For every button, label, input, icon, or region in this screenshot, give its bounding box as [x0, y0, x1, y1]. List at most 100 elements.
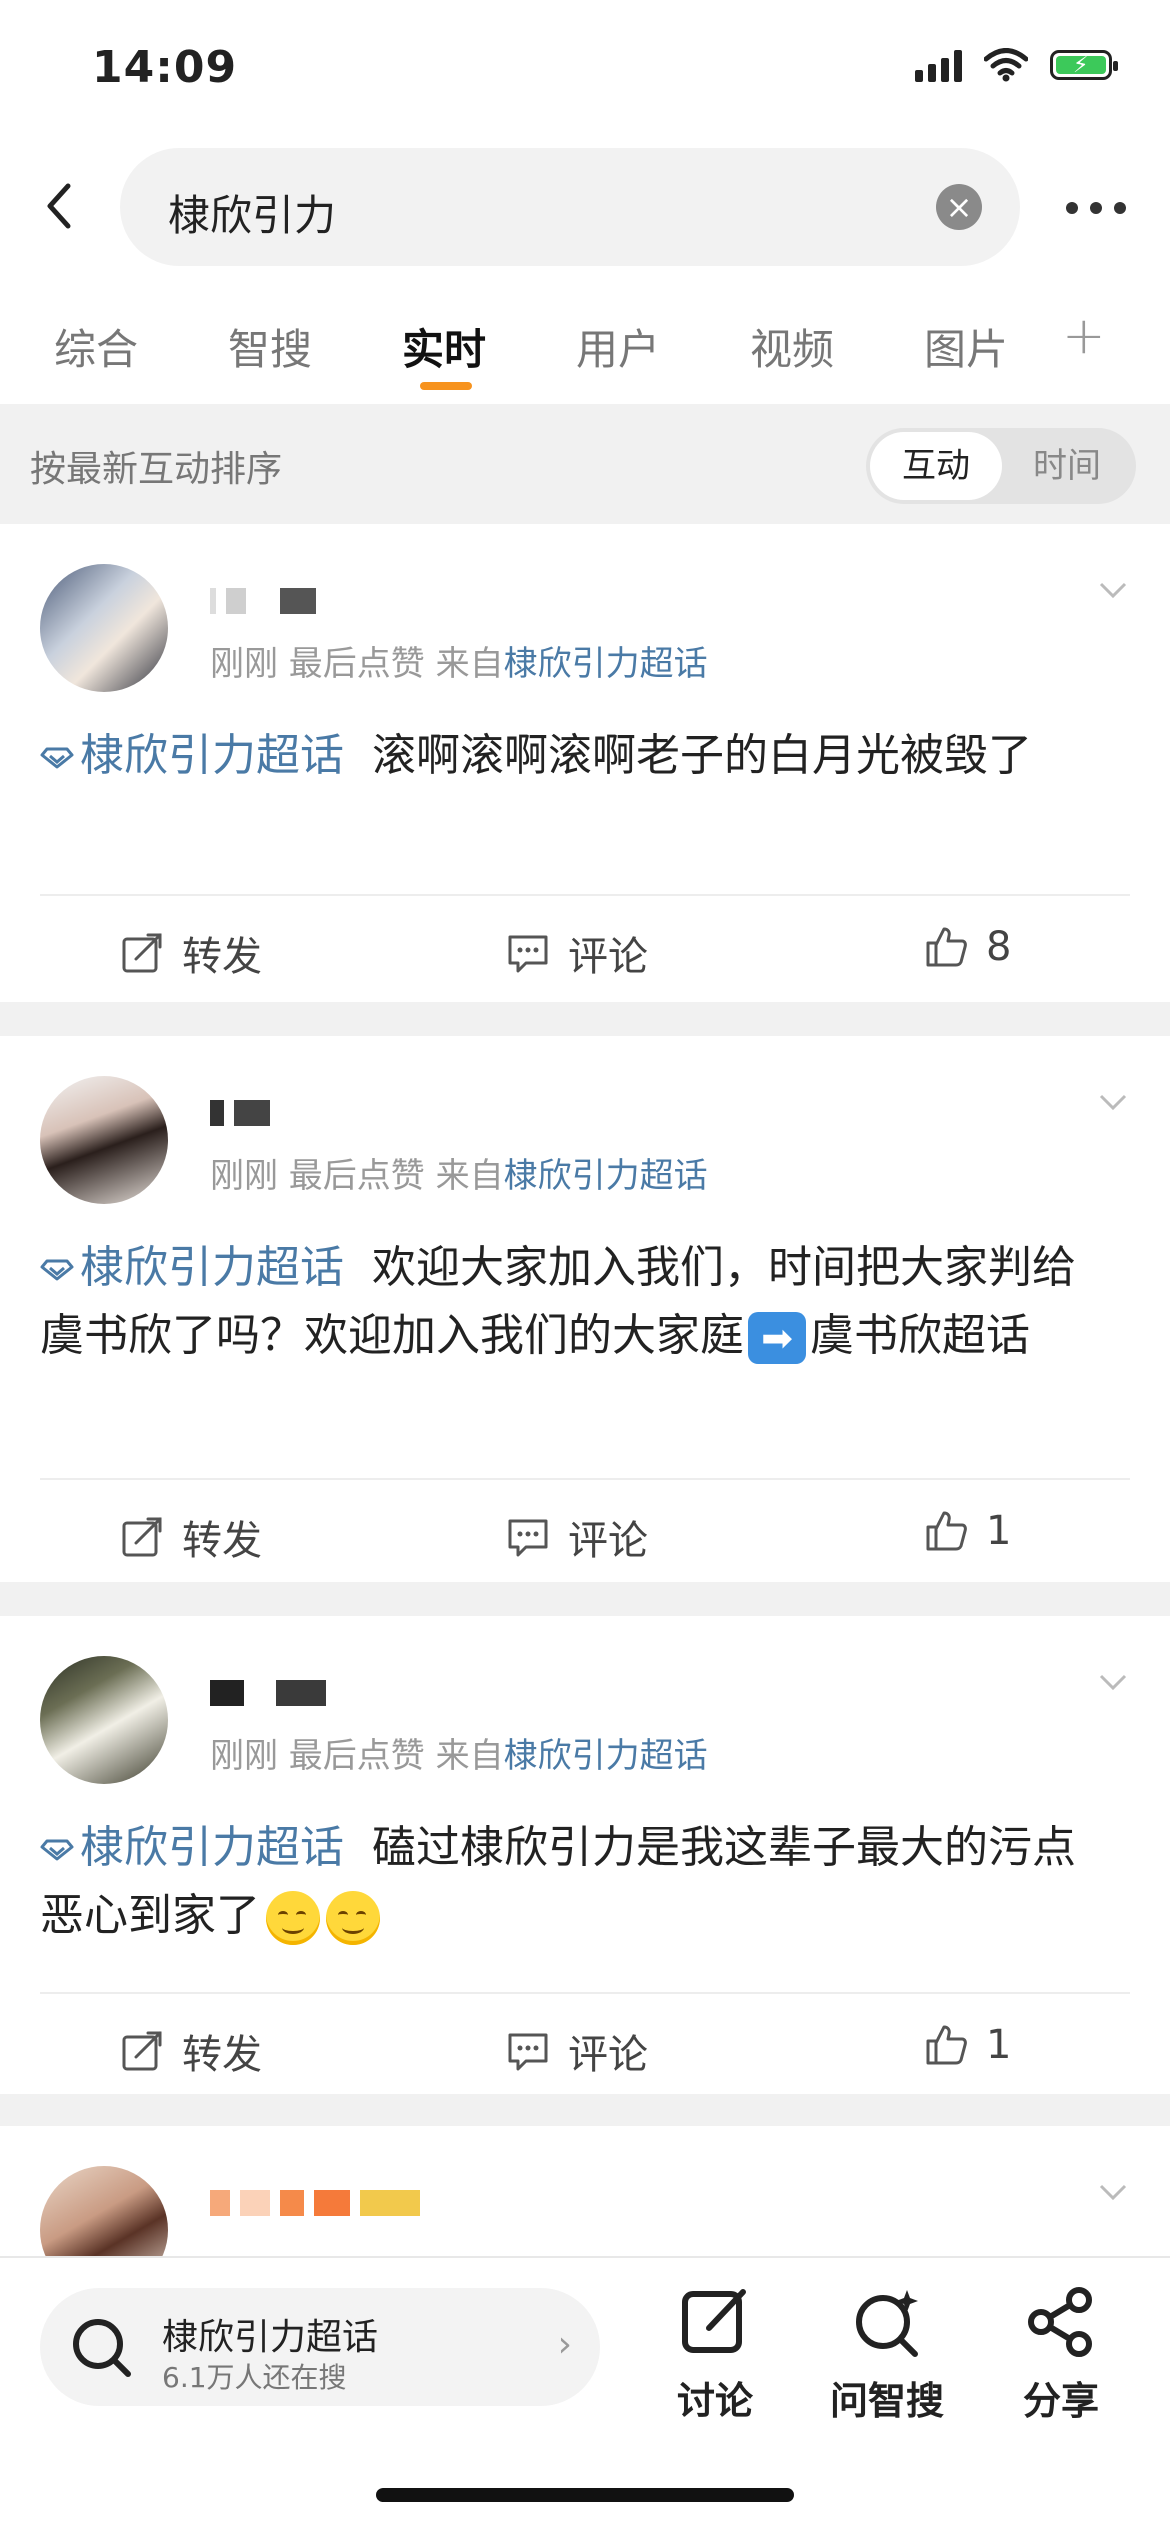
share-icon	[1028, 2287, 1092, 2357]
comment-label: 评论	[568, 1518, 648, 1564]
comment-button[interactable]: 评论	[506, 2022, 648, 2080]
chevron-right-icon: ›	[557, 2324, 572, 2365]
super-topic-icon	[40, 1839, 74, 1861]
search-query: 棣欣引力	[168, 191, 337, 240]
post-text: 棣欣引力超话 滚啊滚啊滚啊老子的白月光被毁了	[40, 722, 1110, 790]
more-options-icon[interactable]	[1066, 202, 1126, 214]
sort-toggle[interactable]: 互动 时间	[866, 428, 1136, 504]
sort-option-time[interactable]: 时间	[1002, 432, 1132, 500]
repost-icon	[122, 933, 162, 973]
comment-button[interactable]: 评论	[506, 1508, 648, 1566]
comment-button[interactable]: 评论	[506, 924, 648, 982]
repost-button[interactable]: 转发	[120, 924, 262, 982]
repost-icon	[122, 1517, 162, 1557]
add-tab-icon[interactable]: +	[1062, 306, 1106, 366]
search-header: 棣欣引力 ×	[0, 140, 1170, 280]
post-card: 刚刚 最后点赞 来自棣欣引力超话 棣欣引力超话 滚啊滚啊滚啊老子的白月光被毁了 …	[0, 524, 1170, 1002]
like-count: 8	[986, 924, 1012, 970]
topic-link[interactable]: 棣欣引力超话	[80, 1822, 344, 1873]
tab-images[interactable]: 图片	[924, 316, 1008, 377]
share-label: 分享	[1022, 2379, 1099, 2423]
username-redacted[interactable]	[210, 586, 316, 616]
post-source-link[interactable]: 棣欣引力超话	[504, 1156, 708, 1196]
sort-bar: 按最新互动排序 互动 时间	[0, 404, 1170, 522]
comment-icon	[508, 1519, 548, 1557]
post-card: 刚刚 最后点赞 来自棣欣引力超话 棣欣引力超话 磕过棣欣引力是我这辈子最大的污点…	[0, 1616, 1170, 2094]
discuss-button[interactable]: 讨论	[650, 2284, 780, 2425]
post-source-link[interactable]: 棣欣引力超话	[504, 1736, 708, 1776]
chevron-down-icon[interactable]	[1098, 1086, 1128, 1116]
post-meta: 刚刚 最后点赞 来自棣欣引力超话	[210, 636, 708, 685]
post-body-tail: 虞书欣超话	[810, 1310, 1030, 1361]
repost-label: 转发	[182, 2032, 262, 2078]
search-input[interactable]: 棣欣引力 ×	[120, 148, 1020, 266]
repost-button[interactable]: 转发	[120, 2022, 262, 2080]
sort-option-interaction[interactable]: 互动	[870, 432, 1002, 500]
tab-users[interactable]: 用户	[576, 316, 660, 377]
username-redacted[interactable]	[210, 1098, 270, 1128]
repost-icon	[122, 2031, 162, 2071]
avatar[interactable]	[40, 1076, 168, 1204]
like-count: 1	[986, 2022, 1012, 2068]
topic-link[interactable]: 棣欣引力超话	[80, 1242, 344, 1293]
post-card: 刚刚 最后点赞 来自棣欣引力超话 棣欣引力超话 欢迎大家加入我们，时间把大家判给…	[0, 1036, 1170, 1582]
tab-videos[interactable]: 视频	[750, 316, 834, 377]
avatar[interactable]	[40, 564, 168, 692]
chevron-down-icon[interactable]	[1098, 2176, 1128, 2206]
post-card	[0, 2126, 1170, 2294]
repost-label: 转发	[182, 1518, 262, 1564]
thumbs-up-icon	[926, 927, 967, 967]
chevron-down-icon[interactable]	[1098, 574, 1128, 604]
status-bar: 14:09 ⚡	[0, 0, 1170, 140]
hot-topic-subtitle: 6.1万人还在搜	[162, 2361, 347, 2394]
tab-realtime[interactable]: 实时	[402, 316, 486, 377]
hot-topic-title: 棣欣引力超话	[162, 2317, 379, 2358]
sort-label: 按最新互动排序	[30, 449, 283, 490]
status-icons: ⚡	[915, 48, 1118, 82]
compose-icon	[682, 2289, 746, 2353]
back-icon[interactable]	[32, 176, 92, 236]
share-button[interactable]: 分享	[996, 2284, 1126, 2425]
ask-smart-search-button[interactable]: 问智搜	[822, 2284, 952, 2425]
topic-link[interactable]: 棣欣引力超话	[80, 730, 344, 781]
post-text: 棣欣引力超话 磕过棣欣引力是我这辈子最大的污点 恶心到家了	[40, 1814, 1110, 1950]
hot-topic-search-pill[interactable]: 棣欣引力超话 6.1万人还在搜 ›	[40, 2288, 600, 2406]
like-button[interactable]: 1	[924, 2022, 1011, 2068]
chevron-down-icon[interactable]	[1098, 1666, 1128, 1696]
home-indicator[interactable]	[376, 2488, 794, 2502]
battery-charging-icon: ⚡	[1050, 50, 1118, 80]
smile-emoji-icon	[266, 1891, 320, 1945]
super-topic-icon	[40, 1259, 74, 1281]
thumbs-up-icon	[926, 1511, 967, 1551]
comment-label: 评论	[568, 934, 648, 980]
thumbs-up-icon	[926, 2025, 967, 2065]
post-source-link[interactable]: 棣欣引力超话	[504, 644, 708, 684]
post-meta: 刚刚 最后点赞 来自棣欣引力超话	[210, 1148, 708, 1197]
post-meta-text: 刚刚 最后点赞 来自	[210, 1736, 504, 1776]
wifi-icon	[984, 48, 1028, 82]
post-body: 滚啊滚啊滚啊老子的白月光被毁了	[371, 730, 1032, 781]
tab-comprehensive[interactable]: 综合	[54, 316, 138, 377]
post-meta-text: 刚刚 最后点赞 来自	[210, 644, 504, 684]
comment-icon	[508, 2033, 548, 2071]
active-tab-indicator	[420, 382, 472, 390]
avatar[interactable]	[40, 1656, 168, 1784]
like-button[interactable]: 1	[924, 1508, 1011, 1554]
search-icon	[73, 2319, 131, 2377]
comment-icon	[508, 935, 548, 973]
tab-smart-search[interactable]: 智搜	[228, 316, 312, 377]
username-redacted[interactable]	[210, 2188, 420, 2218]
repost-button[interactable]: 转发	[120, 1508, 262, 1566]
right-arrow-emoji-icon: ➡	[748, 1312, 806, 1364]
post-actions: 转发 评论 1	[0, 1480, 1170, 1580]
super-topic-icon	[40, 747, 74, 769]
discuss-label: 讨论	[676, 2379, 753, 2423]
username-redacted[interactable]	[210, 1678, 326, 1708]
status-time: 14:09	[92, 42, 238, 93]
post-meta-text: 刚刚 最后点赞 来自	[210, 1156, 504, 1196]
clear-search-button[interactable]: ×	[936, 184, 982, 230]
like-button[interactable]: 8	[924, 924, 1011, 970]
smart-search-icon	[856, 2290, 918, 2357]
search-tabs: 综合 智搜 实时 用户 视频 图片 +	[0, 280, 1170, 404]
repost-label: 转发	[182, 934, 262, 980]
